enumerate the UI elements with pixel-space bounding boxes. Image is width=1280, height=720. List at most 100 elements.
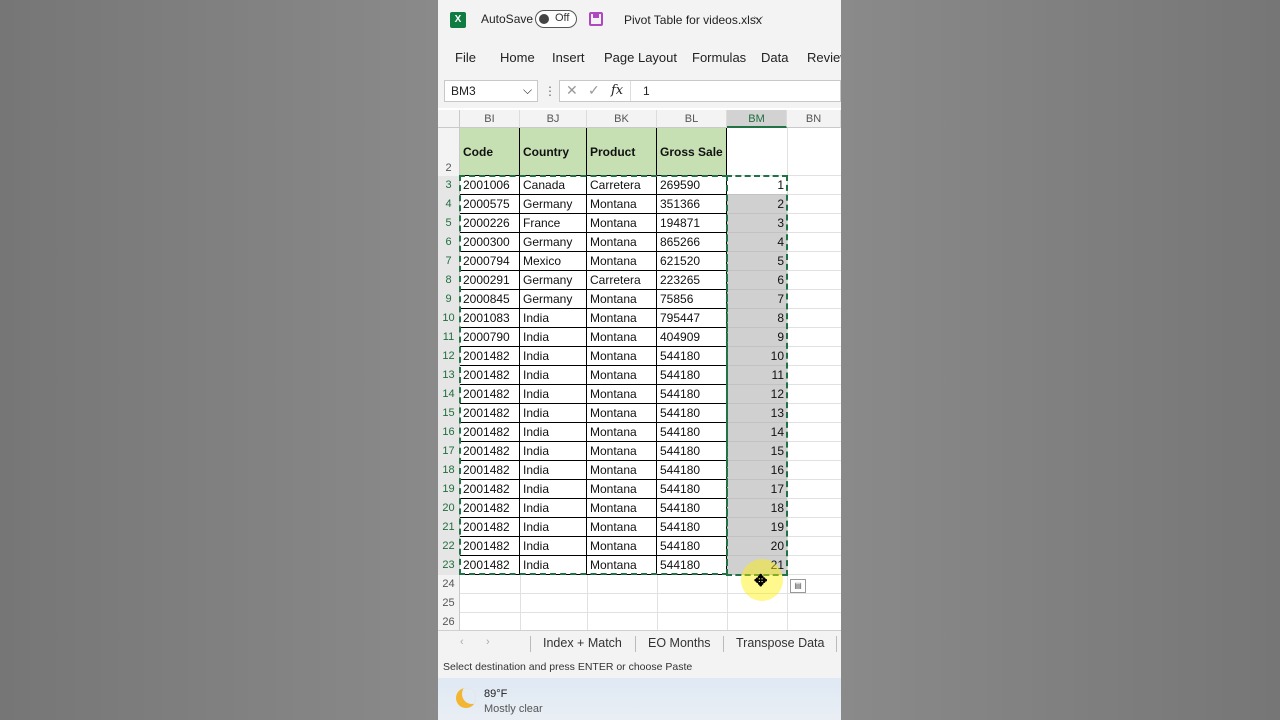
column-header-bn[interactable]: BN xyxy=(787,110,841,128)
table-cell[interactable]: 544180 xyxy=(657,385,727,404)
table-cell[interactable]: Montana xyxy=(587,214,657,233)
row-header-13[interactable]: 13 xyxy=(438,366,460,385)
table-cell[interactable]: 351366 xyxy=(657,195,727,214)
tab-formulas[interactable]: Formulas xyxy=(692,50,746,65)
selected-cell-bm[interactable]: 10 xyxy=(727,347,787,366)
chevron-down-icon[interactable]: ⌵ xyxy=(523,83,532,98)
selected-cell-bm[interactable]: 8 xyxy=(727,309,787,328)
row-header-19[interactable]: 19 xyxy=(438,480,460,499)
row-header-7[interactable]: 7 xyxy=(438,252,460,271)
table-cell[interactable]: France xyxy=(520,214,587,233)
row-header-20[interactable]: 20 xyxy=(438,499,460,518)
row-header-8[interactable]: 8 xyxy=(438,271,460,290)
row-header-23[interactable]: 23 xyxy=(438,556,460,575)
table-cell[interactable]: India xyxy=(520,328,587,347)
table-cell[interactable]: 544180 xyxy=(657,556,727,575)
selected-cell-bm[interactable]: 15 xyxy=(727,442,787,461)
table-cell[interactable]: 2001482 xyxy=(460,499,520,518)
table-cell[interactable]: Montana xyxy=(587,499,657,518)
row-header-10[interactable]: 10 xyxy=(438,309,460,328)
table-cell[interactable]: Montana xyxy=(587,537,657,556)
table-cell[interactable]: 2000291 xyxy=(460,271,520,290)
selected-cell-bm[interactable]: 18 xyxy=(727,499,787,518)
tab-file[interactable]: File xyxy=(455,50,476,65)
selected-cell-bm[interactable]: 3 xyxy=(727,214,787,233)
table-cell[interactable]: 2000790 xyxy=(460,328,520,347)
save-icon[interactable] xyxy=(589,12,603,26)
more-options-icon[interactable]: ⋮ xyxy=(544,84,556,98)
table-cell[interactable]: Montana xyxy=(587,423,657,442)
row-header-22[interactable]: 22 xyxy=(438,537,460,556)
table-cell[interactable]: Montana xyxy=(587,461,657,480)
table-cell[interactable]: India xyxy=(520,385,587,404)
selected-cell-bm[interactable]: 7 xyxy=(727,290,787,309)
row-header-12[interactable]: 12 xyxy=(438,347,460,366)
table-cell[interactable]: Montana xyxy=(587,518,657,537)
table-cell[interactable]: 544180 xyxy=(657,442,727,461)
sheet-tab-index-match[interactable]: Index + Match xyxy=(543,636,622,650)
column-header-bj[interactable]: BJ xyxy=(520,110,587,128)
selected-cell-bm[interactable]: 1 xyxy=(727,176,787,195)
table-cell[interactable]: Montana xyxy=(587,195,657,214)
table-cell[interactable]: Mexico xyxy=(520,252,587,271)
table-cell[interactable]: Montana xyxy=(587,366,657,385)
table-cell[interactable]: 544180 xyxy=(657,537,727,556)
table-cell[interactable]: 544180 xyxy=(657,518,727,537)
table-cell[interactable]: India xyxy=(520,518,587,537)
sheet-tab-eo-months[interactable]: EO Months xyxy=(648,636,711,650)
weather-condition[interactable]: Mostly clear xyxy=(484,703,543,715)
table-cell[interactable]: Montana xyxy=(587,290,657,309)
table-cell[interactable]: 2000226 xyxy=(460,214,520,233)
table-cell[interactable]: Montana xyxy=(587,404,657,423)
weather-temperature[interactable]: 89°F xyxy=(484,688,507,700)
table-cell[interactable]: 2001482 xyxy=(460,404,520,423)
table-cell[interactable]: 2001482 xyxy=(460,442,520,461)
table-cell[interactable]: 75856 xyxy=(657,290,727,309)
table-cell[interactable]: 544180 xyxy=(657,480,727,499)
table-cell[interactable]: Germany xyxy=(520,271,587,290)
table-cell[interactable]: Montana xyxy=(587,328,657,347)
prev-sheet-icon[interactable]: ‹ xyxy=(460,636,464,648)
table-cell[interactable]: 269590 xyxy=(657,176,727,195)
table-cell[interactable]: 795447 xyxy=(657,309,727,328)
table-cell[interactable]: 2001482 xyxy=(460,461,520,480)
row-header-24[interactable]: 24 xyxy=(438,575,460,594)
table-cell[interactable]: Montana xyxy=(587,309,657,328)
row-header-11[interactable]: 11 xyxy=(438,328,460,347)
column-header-bl[interactable]: BL xyxy=(657,110,727,128)
selected-cell-bm[interactable]: 16 xyxy=(727,461,787,480)
table-cell[interactable]: 544180 xyxy=(657,366,727,385)
table-cell[interactable]: 2000575 xyxy=(460,195,520,214)
table-cell[interactable]: 2000794 xyxy=(460,252,520,271)
table-cell[interactable]: India xyxy=(520,461,587,480)
table-cell[interactable]: 621520 xyxy=(657,252,727,271)
file-name[interactable]: Pivot Table for videos.xlsx xyxy=(624,13,762,27)
row-header-6[interactable]: 6 xyxy=(438,233,460,252)
row-header-5[interactable]: 5 xyxy=(438,214,460,233)
row-header-25[interactable]: 25 xyxy=(438,594,460,613)
table-cell[interactable]: India xyxy=(520,366,587,385)
table-cell[interactable]: 2001482 xyxy=(460,518,520,537)
row-header-17[interactable]: 17 xyxy=(438,442,460,461)
table-cell[interactable]: India xyxy=(520,499,587,518)
selected-cell-bm[interactable]: 2 xyxy=(727,195,787,214)
row-header-14[interactable]: 14 xyxy=(438,385,460,404)
table-cell[interactable]: 2001482 xyxy=(460,556,520,575)
formula-input[interactable]: 1 xyxy=(643,84,650,98)
table-cell[interactable]: 2000845 xyxy=(460,290,520,309)
table-cell[interactable]: India xyxy=(520,309,587,328)
table-cell[interactable]: Germany xyxy=(520,233,587,252)
table-cell[interactable]: 2001083 xyxy=(460,309,520,328)
tab-insert[interactable]: Insert xyxy=(552,50,585,65)
column-header-bm[interactable]: BM xyxy=(727,110,787,128)
row-header-4[interactable]: 4 xyxy=(438,195,460,214)
table-cell[interactable]: 2001482 xyxy=(460,366,520,385)
spreadsheet-grid[interactable]: BI BJ BK BL BM BN 2 Code Country Product Gross Sal… xyxy=(438,110,841,632)
row-header-15[interactable]: 15 xyxy=(438,404,460,423)
table-cell[interactable]: 544180 xyxy=(657,499,727,518)
table-cell[interactable]: 2001482 xyxy=(460,423,520,442)
table-cell[interactable]: India xyxy=(520,347,587,366)
table-cell[interactable]: India xyxy=(520,423,587,442)
table-cell[interactable]: 2001006 xyxy=(460,176,520,195)
table-cell[interactable]: Carretera xyxy=(587,176,657,195)
